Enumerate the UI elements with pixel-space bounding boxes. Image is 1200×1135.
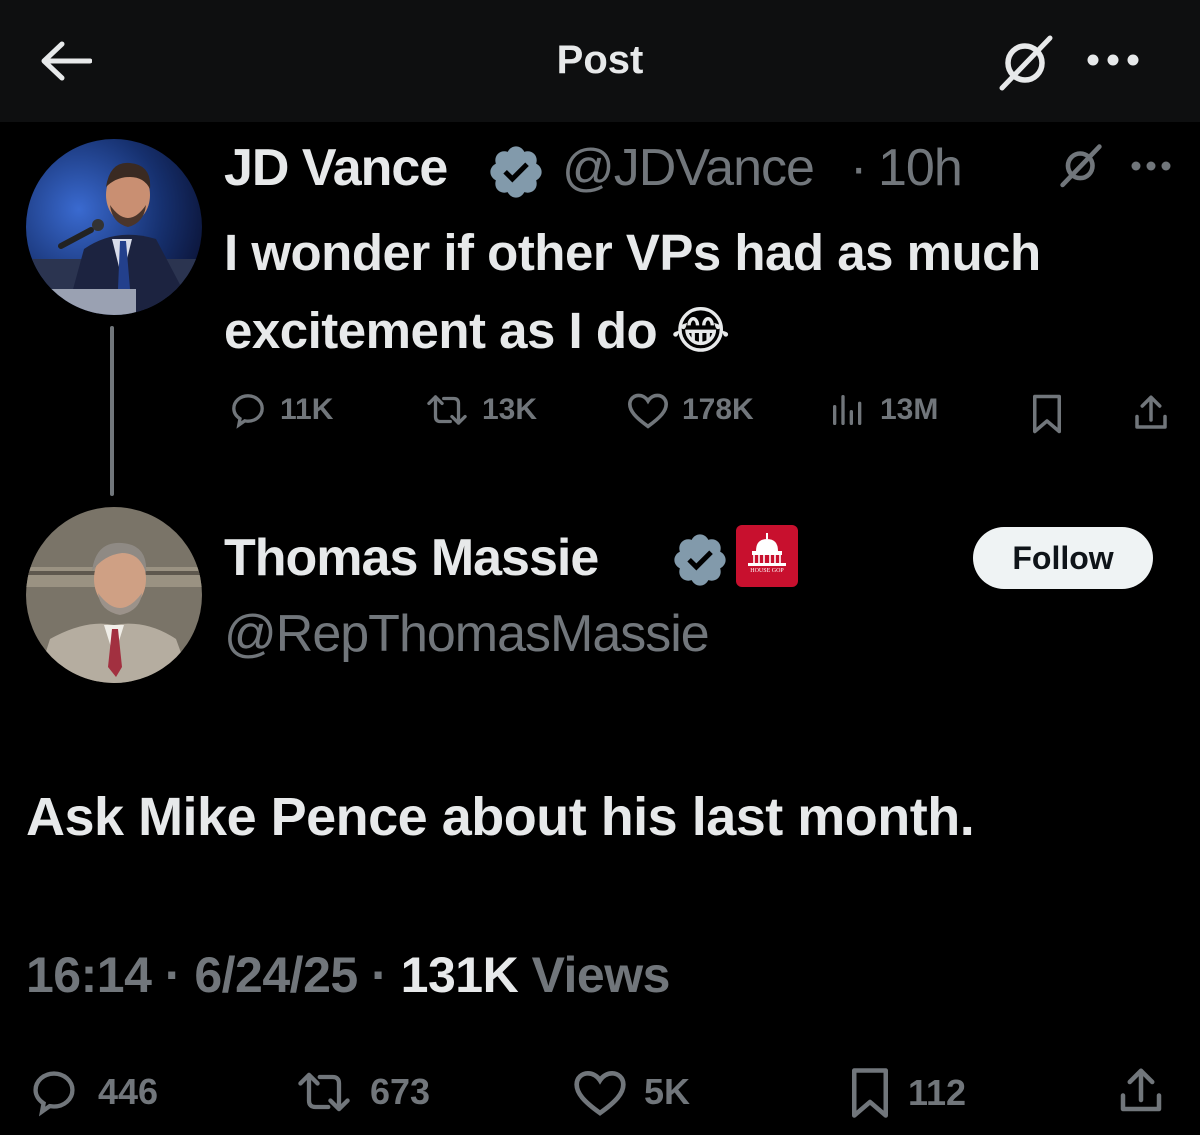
reply-icon <box>26 1066 82 1118</box>
bookmark-count: 112 <box>908 1072 967 1113</box>
grok-icon[interactable] <box>1058 142 1104 188</box>
separator-dot: · <box>371 947 388 1003</box>
repost-icon <box>294 1066 354 1118</box>
bookmark-stat[interactable]: 112 <box>848 1066 966 1120</box>
thread-connector <box>110 326 114 496</box>
heart-icon <box>626 390 670 430</box>
repost-icon <box>424 390 470 430</box>
grok-icon[interactable] <box>996 32 1056 92</box>
post-date[interactable]: 6/24/25 <box>194 947 358 1003</box>
repost-count: 673 <box>370 1071 431 1112</box>
bookmark-icon <box>848 1066 892 1120</box>
post-text: I wonder if other VPs had as much excite… <box>224 224 1041 359</box>
views-label: Views <box>531 947 671 1003</box>
post-time[interactable]: 10h <box>878 138 963 198</box>
reply-count: 446 <box>98 1071 159 1112</box>
reply-stat[interactable]: 446 <box>26 1066 158 1118</box>
heart-icon <box>572 1066 628 1118</box>
post-text: Ask Mike Pence about his last month. <box>26 787 975 847</box>
bookmark-icon[interactable] <box>1030 393 1064 435</box>
avatar-thomas-massie[interactable] <box>26 507 202 683</box>
avatar-jd-vance[interactable] <box>26 139 202 315</box>
verified-badge-icon <box>486 142 546 202</box>
reply-count: 11K <box>280 393 334 426</box>
views-stat[interactable]: 13M <box>828 390 938 430</box>
more-dots-icon[interactable] <box>1130 160 1172 172</box>
house-gop-badge-text: HOUSE GOP <box>750 568 784 574</box>
post-meta: 16:14 · 6/24/25 · 131K Views <box>26 946 670 1004</box>
reply-stat[interactable]: 11K <box>228 390 333 430</box>
follow-button[interactable]: Follow <box>973 527 1153 589</box>
repost-count: 13K <box>482 393 538 426</box>
author-handle-thomas-massie[interactable]: @RepThomasMassie <box>224 604 710 664</box>
house-gop-badge-icon[interactable]: HOUSE GOP <box>736 525 798 587</box>
repost-stat[interactable]: 673 <box>294 1066 430 1118</box>
views-icon <box>828 390 868 430</box>
separator-dot: · <box>850 139 868 197</box>
views-count: 13M <box>880 393 939 426</box>
author-name-jd-vance[interactable]: JD Vance <box>224 138 448 198</box>
separator-dot: · <box>164 947 182 1003</box>
share-icon[interactable] <box>1114 1064 1168 1118</box>
author-handle-jd-vance[interactable]: @JDVance <box>562 138 815 198</box>
more-dots-icon[interactable] <box>1086 53 1140 67</box>
reply-icon <box>228 390 268 430</box>
verified-badge-icon <box>670 530 730 590</box>
like-count: 178K <box>682 393 754 426</box>
post-time[interactable]: 16:14 <box>26 947 152 1003</box>
share-icon[interactable] <box>1130 392 1172 434</box>
like-stat[interactable]: 178K <box>626 390 754 430</box>
author-name-thomas-massie[interactable]: Thomas Massie <box>224 528 599 588</box>
repost-stat[interactable]: 13K <box>424 390 537 430</box>
like-count: 5K <box>644 1071 691 1112</box>
like-stat[interactable]: 5K <box>572 1066 690 1118</box>
views-count: 131K <box>400 947 519 1003</box>
